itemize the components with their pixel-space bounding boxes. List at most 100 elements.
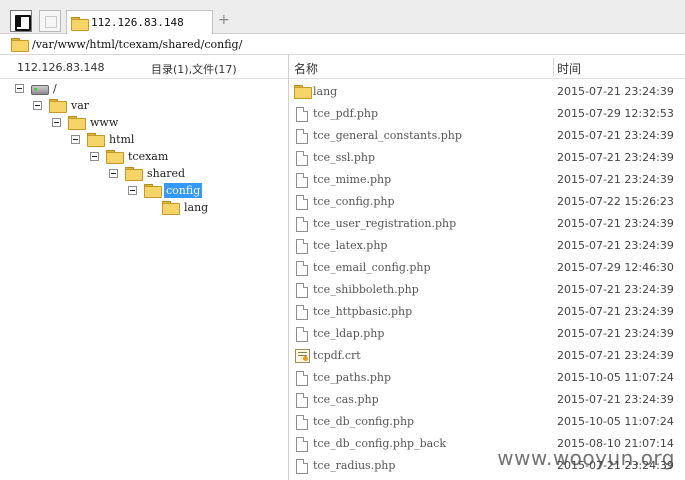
- file-icon: [296, 195, 308, 210]
- tree-header: 112.126.83.148 目录(1),文件(17): [0, 55, 288, 79]
- file-name: tce_mime.php: [313, 173, 392, 186]
- new-tab-button[interactable]: +: [218, 12, 230, 28]
- tree-node-label: lang: [184, 200, 209, 214]
- tree-node-html[interactable]: html: [71, 131, 136, 147]
- file-icon-wrap: [294, 85, 312, 99]
- collapse-toggle[interactable]: [71, 134, 80, 144]
- file-name: tce_db_config.php_back: [313, 437, 447, 450]
- folder-icon: [87, 133, 105, 147]
- tree-node-label: config: [164, 182, 203, 198]
- column-header-name[interactable]: 名称: [294, 60, 318, 77]
- blank-tab-button[interactable]: [39, 10, 61, 32]
- file-modified-time: 2015-07-29 12:32:53: [557, 107, 674, 120]
- file-icon: [296, 393, 308, 408]
- tree-node-label: /: [53, 81, 57, 95]
- tree-node-config[interactable]: config: [128, 182, 203, 198]
- file-row[interactable]: tce_paths.php 2015-10-05 11:07:24: [289, 367, 685, 389]
- tab-server[interactable]: 112.126.83.148: [66, 10, 213, 34]
- file-icon-wrap: [294, 239, 310, 254]
- current-path[interactable]: /var/www/html/tcexam/shared/config/: [32, 38, 242, 51]
- file-modified-time: 2015-07-21 23:24:39: [557, 283, 674, 296]
- file-icon: [296, 459, 308, 474]
- tree-node-label: www: [90, 115, 119, 129]
- file-row[interactable]: tce_cas.php 2015-07-21 23:24:39: [289, 389, 685, 411]
- file-icon: [296, 327, 308, 342]
- file-list-panel: 名称 时间 lang 2015-07-21 23:24:39 tce_pdf.php…: [289, 55, 685, 480]
- file-name: tce_cas.php: [313, 393, 379, 406]
- tree-node-www[interactable]: www: [52, 114, 120, 130]
- file-row[interactable]: tce_db_config.php 2015-10-05 11:07:24: [289, 411, 685, 433]
- folder-icon: [106, 150, 124, 164]
- file-modified-time: 2015-07-21 23:24:39: [557, 151, 674, 164]
- path-bar[interactable]: /var/www/html/tcexam/shared/config/: [0, 34, 685, 55]
- file-name: tce_db_config.php: [313, 415, 415, 428]
- file-list-header: 名称 时间: [289, 55, 685, 79]
- collapse-toggle[interactable]: [52, 117, 61, 127]
- file-icon: [296, 261, 308, 276]
- file-icon-wrap: [294, 305, 310, 320]
- certificate-icon: [294, 349, 310, 363]
- file-modified-time: 2015-10-05 11:07:24: [557, 415, 674, 428]
- file-row[interactable]: tce_pdf.php 2015-07-29 12:32:53: [289, 103, 685, 125]
- file-name: tce_ssl.php: [313, 151, 376, 164]
- file-icon: [296, 283, 308, 298]
- file-name: tcpdf.crt: [313, 349, 361, 362]
- folder-icon: [71, 16, 89, 31]
- tree-node-lang[interactable]: lang: [162, 199, 210, 215]
- file-modified-time: 2015-07-21 23:24:39: [557, 217, 674, 230]
- collapse-toggle[interactable]: [33, 100, 42, 110]
- file-row[interactable]: tce_mime.php 2015-07-21 23:24:39: [289, 169, 685, 191]
- file-icon-wrap: [294, 393, 310, 408]
- file-name: tce_pdf.php: [313, 107, 379, 120]
- tree-node-root[interactable]: /: [15, 80, 59, 96]
- collapse-toggle[interactable]: [90, 151, 99, 161]
- file-row[interactable]: tce_ldap.php 2015-07-21 23:24:39: [289, 323, 685, 345]
- tab-bar: 112.126.83.148 +: [0, 0, 685, 34]
- file-name: tce_paths.php: [313, 371, 392, 384]
- file-name: tce_latex.php: [313, 239, 388, 252]
- tree-node-tcexam[interactable]: tcexam: [90, 148, 170, 164]
- file-icon-wrap: [294, 415, 310, 430]
- file-icon: [296, 415, 308, 430]
- file-row[interactable]: tce_config.php 2015-07-22 15:26:23: [289, 191, 685, 213]
- file-row[interactable]: tce_shibboleth.php 2015-07-21 23:24:39: [289, 279, 685, 301]
- file-icon-wrap: [294, 349, 310, 363]
- file-modified-time: 2015-07-21 23:24:39: [557, 305, 674, 318]
- file-modified-time: 2015-07-21 23:24:39: [557, 349, 674, 362]
- column-divider[interactable]: [553, 58, 554, 76]
- file-row[interactable]: lang 2015-07-21 23:24:39: [289, 81, 685, 103]
- tree-node-shared[interactable]: shared: [109, 165, 187, 181]
- file-row[interactable]: tce_ssl.php 2015-07-21 23:24:39: [289, 147, 685, 169]
- file-modified-time: 2015-07-21 23:24:39: [557, 239, 674, 252]
- tree-node-label: var: [71, 98, 90, 112]
- file-row[interactable]: tcpdf.crt 2015-07-21 23:24:39: [289, 345, 685, 367]
- folder-icon: [11, 38, 29, 52]
- collapse-toggle[interactable]: [109, 168, 118, 178]
- file-row[interactable]: tce_latex.php 2015-07-21 23:24:39: [289, 235, 685, 257]
- file-icon-wrap: [294, 459, 310, 474]
- directory-tree-panel: 112.126.83.148 目录(1),文件(17) / var www ht…: [0, 55, 289, 480]
- file-name: lang: [313, 85, 338, 98]
- tree-node-var[interactable]: var: [33, 97, 91, 113]
- file-icon-wrap: [294, 261, 310, 276]
- collapse-toggle[interactable]: [15, 83, 24, 93]
- toggle-panel-button[interactable]: [10, 10, 32, 32]
- file-name: tce_shibboleth.php: [313, 283, 419, 296]
- file-row[interactable]: tce_user_registration.php 2015-07-21 23:2…: [289, 213, 685, 235]
- file-name: tce_user_registration.php: [313, 217, 457, 230]
- file-name: tce_config.php: [313, 195, 395, 208]
- collapse-toggle[interactable]: [128, 185, 137, 195]
- column-header-time[interactable]: 时间: [557, 60, 581, 77]
- file-icon-wrap: [294, 107, 310, 122]
- folder-icon: [162, 201, 180, 215]
- folder-open-icon: [144, 184, 162, 198]
- tree-node-label: shared: [147, 166, 186, 180]
- file-row[interactable]: tce_httpbasic.php 2015-07-21 23:24:39: [289, 301, 685, 323]
- file-icon: [296, 239, 308, 254]
- file-icon: [296, 217, 308, 232]
- file-icon-wrap: [294, 151, 310, 166]
- file-row[interactable]: tce_email_config.php 2015-07-29 12:46:30: [289, 257, 685, 279]
- file-modified-time: 2015-07-29 12:46:30: [557, 261, 674, 274]
- file-row[interactable]: tce_general_constants.php 2015-07-21 23:2…: [289, 125, 685, 147]
- file-icon-wrap: [294, 173, 310, 188]
